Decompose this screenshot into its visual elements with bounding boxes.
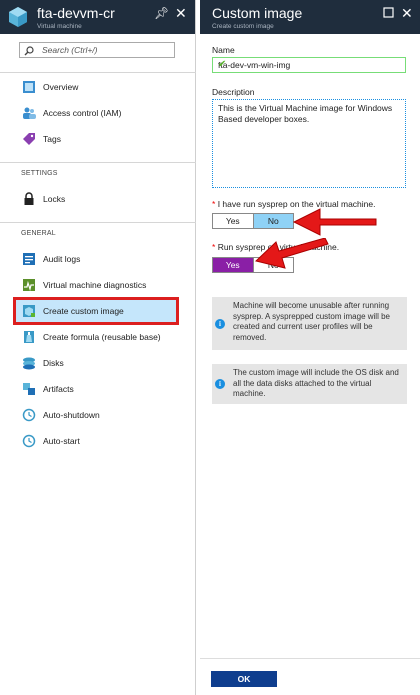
menu-item-label: Disks	[43, 358, 64, 368]
general-heading: GENERAL	[21, 230, 56, 237]
blade-subtitle: Create custom image	[212, 23, 274, 30]
vm-blade-header: fta-devvm-cr Virtual machine 📌︎ ✕	[0, 0, 195, 34]
menu-item-audit-logs[interactable]: Audit logs	[16, 248, 176, 270]
menu-item-label: Artifacts	[43, 384, 74, 394]
clock-icon	[22, 408, 36, 422]
diagnostics-icon	[23, 279, 35, 292]
formula-icon	[24, 331, 34, 343]
run-sysprep-yes[interactable]: Yes	[213, 258, 253, 272]
tag-icon	[23, 133, 35, 145]
menu-item-label: Create custom image	[43, 306, 124, 316]
check-icon: ✔	[218, 59, 227, 70]
menu-item-label: Auto-shutdown	[43, 410, 100, 420]
sysprep-done-yes[interactable]: Yes	[213, 214, 253, 228]
menu-item-access-control[interactable]: Access control (IAM)	[16, 102, 176, 124]
required-marker: *	[212, 199, 216, 209]
pin-icon[interactable]: 📌︎	[154, 7, 169, 19]
maximize-icon[interactable]	[383, 7, 394, 20]
description-field[interactable]: This is the Virtual Machine image for Wi…	[212, 99, 406, 188]
menu-item-artifacts[interactable]: Artifacts	[16, 378, 176, 400]
settings-heading: SETTINGS	[21, 170, 58, 177]
annotation-arrow	[292, 208, 377, 236]
info-icon-bar: i	[212, 364, 228, 404]
virtual-machine-icon	[9, 7, 27, 27]
search-placeholder: Search (Ctrl+/)	[42, 45, 98, 55]
menu-item-label: Virtual machine diagnostics	[43, 280, 147, 290]
close-icon[interactable]: ✕	[175, 6, 187, 20]
info-text: Machine will become unusable after runni…	[233, 301, 390, 342]
menu-item-label: Access control (IAM)	[43, 108, 122, 118]
menu-item-create-formula[interactable]: Create formula (reusable base)	[16, 326, 176, 348]
close-icon[interactable]: ✕	[401, 6, 413, 20]
name-field[interactable]: fta-dev-vm-win-img ✔	[212, 57, 406, 73]
menu-item-label: Audit logs	[43, 254, 81, 264]
blade-title: Custom image	[212, 5, 303, 21]
divider	[0, 72, 196, 73]
required-marker: *	[212, 242, 216, 252]
menu-item-tags[interactable]: Tags	[16, 128, 176, 150]
menu-item-auto-shutdown[interactable]: Auto-shutdown	[16, 404, 176, 426]
menu-item-locks[interactable]: Locks	[16, 188, 176, 210]
vm-subtitle: Virtual machine	[37, 23, 82, 30]
description-label: Description	[212, 87, 255, 97]
info-icon: i	[215, 379, 225, 389]
footer-divider	[200, 658, 420, 659]
info-box-disks: i The custom image will include the OS d…	[212, 364, 407, 404]
clock-icon	[22, 434, 36, 448]
info-text: The custom image will include the OS dis…	[233, 368, 399, 398]
sysprep-done-no[interactable]: No	[252, 214, 293, 228]
disks-icon	[23, 357, 35, 370]
custom-image-icon	[23, 305, 35, 317]
info-icon: i	[215, 318, 225, 329]
divider	[0, 162, 196, 163]
divider	[0, 222, 196, 223]
vm-title: fta-devvm-cr	[37, 5, 115, 21]
iam-icon	[23, 107, 36, 119]
menu-item-label: Overview	[43, 82, 79, 92]
menu-item-label: Locks	[43, 194, 66, 204]
menu-item-create-custom-image[interactable]: Create custom image	[13, 297, 179, 325]
sysprep-done-toggle: Yes No	[212, 213, 294, 229]
custom-image-header: Custom image Create custom image ✕	[200, 0, 420, 34]
search-icon	[24, 46, 34, 56]
menu-item-label: Tags	[43, 134, 61, 144]
artifacts-icon	[23, 383, 35, 395]
menu-item-overview[interactable]: Overview	[16, 76, 176, 98]
overview-icon	[23, 81, 35, 93]
name-label: Name	[212, 45, 235, 55]
menu-item-label: Create formula (reusable base)	[43, 332, 161, 342]
annotation-arrow	[254, 238, 329, 269]
menu-item-vm-diagnostics[interactable]: Virtual machine diagnostics	[16, 274, 176, 296]
vm-blade: fta-devvm-cr Virtual machine 📌︎ ✕ Search…	[0, 0, 196, 695]
lock-icon	[24, 192, 34, 205]
custom-image-blade: Custom image Create custom image ✕ Name …	[200, 0, 420, 695]
info-box-sysprep-warning: i Machine will become unusable after run…	[212, 297, 407, 350]
menu-item-disks[interactable]: Disks	[16, 352, 176, 374]
ok-button[interactable]: OK	[211, 671, 277, 687]
audit-logs-icon	[23, 253, 35, 265]
search-input[interactable]: Search (Ctrl+/)	[19, 42, 175, 58]
info-icon-bar: i	[212, 297, 228, 350]
menu-item-auto-start[interactable]: Auto-start	[16, 430, 176, 452]
menu-item-label: Auto-start	[43, 436, 80, 446]
